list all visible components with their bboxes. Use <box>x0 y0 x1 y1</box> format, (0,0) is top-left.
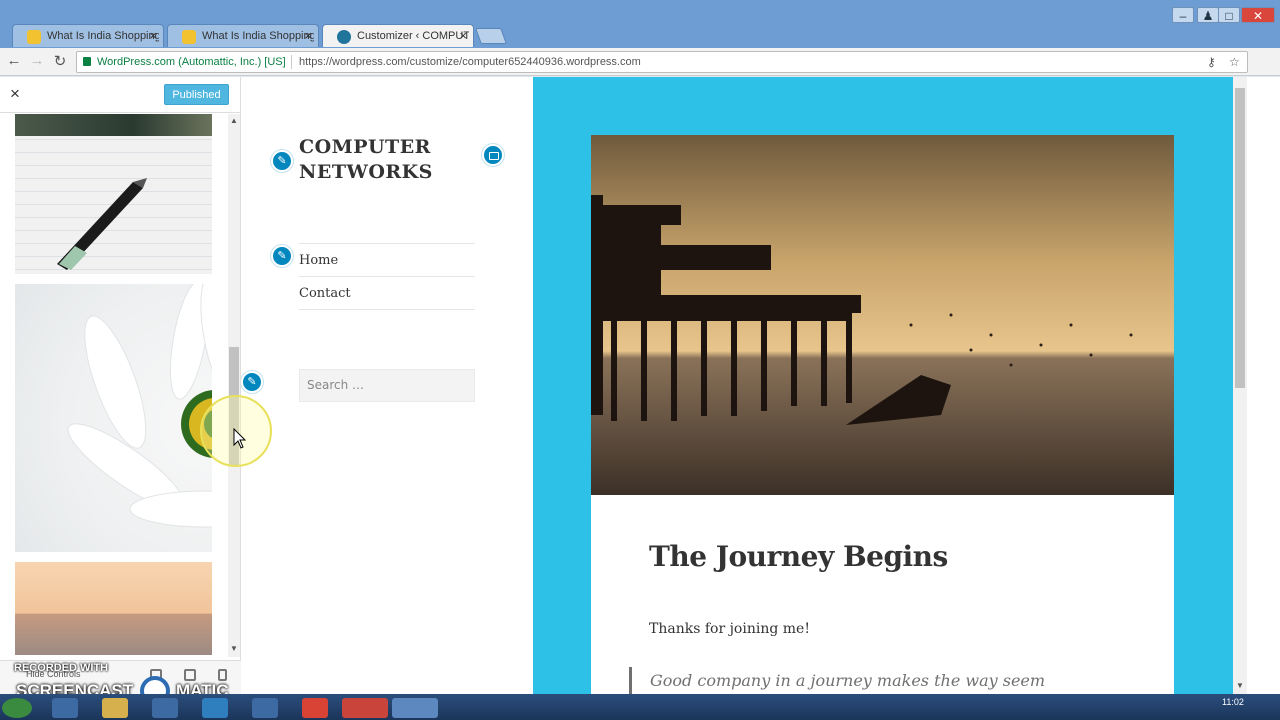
close-tab-icon[interactable]: × <box>304 28 312 43</box>
preview-scroll-down-icon[interactable]: ▼ <box>1236 681 1244 690</box>
customizer-header: × Published <box>0 77 240 113</box>
edit-site-title-icon[interactable]: ✎ <box>271 150 293 172</box>
browser-window: What Is India Shopping × What Is India S… <box>0 0 1280 720</box>
divider <box>291 55 292 69</box>
pen-illustration <box>57 178 147 270</box>
user-button[interactable]: ♟ <box>1197 7 1219 23</box>
clock: 11:02 <box>1222 697 1244 707</box>
tab-title: What Is India Shopping <box>202 30 314 42</box>
page-gutter <box>1247 77 1280 694</box>
address-bar[interactable]: WordPress.com (Automattic, Inc.) [US] ht… <box>76 51 1248 73</box>
taskbar: 11:02 <box>0 694 1280 720</box>
norton-icon <box>182 30 196 44</box>
tab-1[interactable]: What Is India Shopping × <box>12 24 164 47</box>
tab-title: What Is India Shopping <box>47 30 159 42</box>
chrome-icon[interactable] <box>302 698 328 718</box>
pier-sunset-image <box>591 135 1174 495</box>
site-preview: ✎ COMPUTER NETWORKS ✎ Home Contact ✎ Sea… <box>241 77 1233 694</box>
new-tab-button[interactable] <box>475 28 507 44</box>
content-area: The Journey Begins Thanks for joining me… <box>533 77 1233 694</box>
close-tab-icon[interactable]: × <box>459 28 467 43</box>
tab-2[interactable]: What Is India Shopping × <box>167 24 319 47</box>
mouse-pointer-icon <box>233 428 247 449</box>
taskbar-app-icon[interactable] <box>392 698 438 718</box>
header-image-option-sunset[interactable] <box>15 562 212 655</box>
back-icon[interactable]: ← <box>4 52 24 69</box>
tab-title: Customizer ‹ COMPUTER <box>357 30 469 42</box>
taskbar-app-icon[interactable] <box>52 698 78 718</box>
post-title[interactable]: The Journey Begins <box>649 540 948 573</box>
edit-widget-icon[interactable]: ✎ <box>241 371 263 393</box>
post-body: Thanks for joining me! <box>649 621 810 637</box>
divider <box>299 276 475 277</box>
customizer-sidebar: × Published ▲ ▼ <box>0 77 241 694</box>
norton-icon <box>27 30 41 44</box>
watermark-recorded: RECORDED WITH <box>14 662 109 674</box>
tab-strip: What Is India Shopping × What Is India S… <box>0 0 1280 48</box>
search-input[interactable]: Search … <box>299 369 475 402</box>
taskbar-app-icon[interactable] <box>252 698 278 718</box>
scroll-down-icon[interactable]: ▼ <box>230 644 238 653</box>
key-icon[interactable]: ⚷ <box>1207 52 1216 72</box>
preview-scroll-thumb[interactable] <box>1235 88 1245 388</box>
post-quote: Good company in a journey makes the way … <box>629 667 1169 694</box>
toolbar: ← → ↻ WordPress.com (Automattic, Inc.) [… <box>0 48 1280 111</box>
daisy-illustration <box>67 284 212 528</box>
star-icon[interactable]: ☆ <box>1229 52 1240 72</box>
url-text[interactable]: https://wordpress.com/customize/computer… <box>299 52 641 72</box>
edit-menu-icon[interactable]: ✎ <box>271 245 293 267</box>
header-image-option-pen[interactable] <box>15 114 212 274</box>
site-title[interactable]: COMPUTER NETWORKS <box>299 135 499 185</box>
divider <box>299 243 475 244</box>
header-image-option-daisy[interactable] <box>15 284 212 552</box>
publish-button[interactable]: Published <box>164 84 229 105</box>
scroll-up-icon[interactable]: ▲ <box>230 116 238 125</box>
start-button-icon[interactable] <box>2 698 32 718</box>
taskbar-app-icon[interactable] <box>152 698 178 718</box>
divider <box>299 309 475 310</box>
tab-3[interactable]: Customizer ‹ COMPUTER × <box>322 24 474 47</box>
site-identity[interactable]: WordPress.com (Automattic, Inc.) [US] <box>97 52 286 72</box>
window-close-button[interactable]: ✕ <box>1241 7 1275 23</box>
lock-icon <box>83 57 91 66</box>
menu-item-home[interactable]: Home <box>299 253 338 268</box>
folder-icon[interactable] <box>102 698 128 718</box>
reload-icon[interactable]: ↻ <box>50 52 70 70</box>
site-sidebar: ✎ COMPUTER NETWORKS ✎ Home Contact ✎ Sea… <box>241 77 533 694</box>
taskbar-app-icon[interactable] <box>342 698 388 718</box>
close-tab-icon[interactable]: × <box>149 28 157 43</box>
edit-header-image-icon[interactable] <box>482 144 504 166</box>
ie-icon[interactable] <box>202 698 228 718</box>
maximize-button[interactable]: □ <box>1218 7 1240 23</box>
tablet-preview-icon[interactable] <box>184 669 196 681</box>
close-icon[interactable]: × <box>10 84 20 104</box>
forward-icon[interactable]: → <box>27 52 47 69</box>
wordpress-icon <box>337 30 351 44</box>
mobile-preview-icon[interactable] <box>218 669 227 681</box>
post-card: The Journey Begins Thanks for joining me… <box>591 135 1174 694</box>
minimize-button[interactable]: – <box>1172 7 1194 23</box>
menu-item-contact[interactable]: Contact <box>299 286 351 301</box>
post-featured-image <box>591 135 1174 495</box>
